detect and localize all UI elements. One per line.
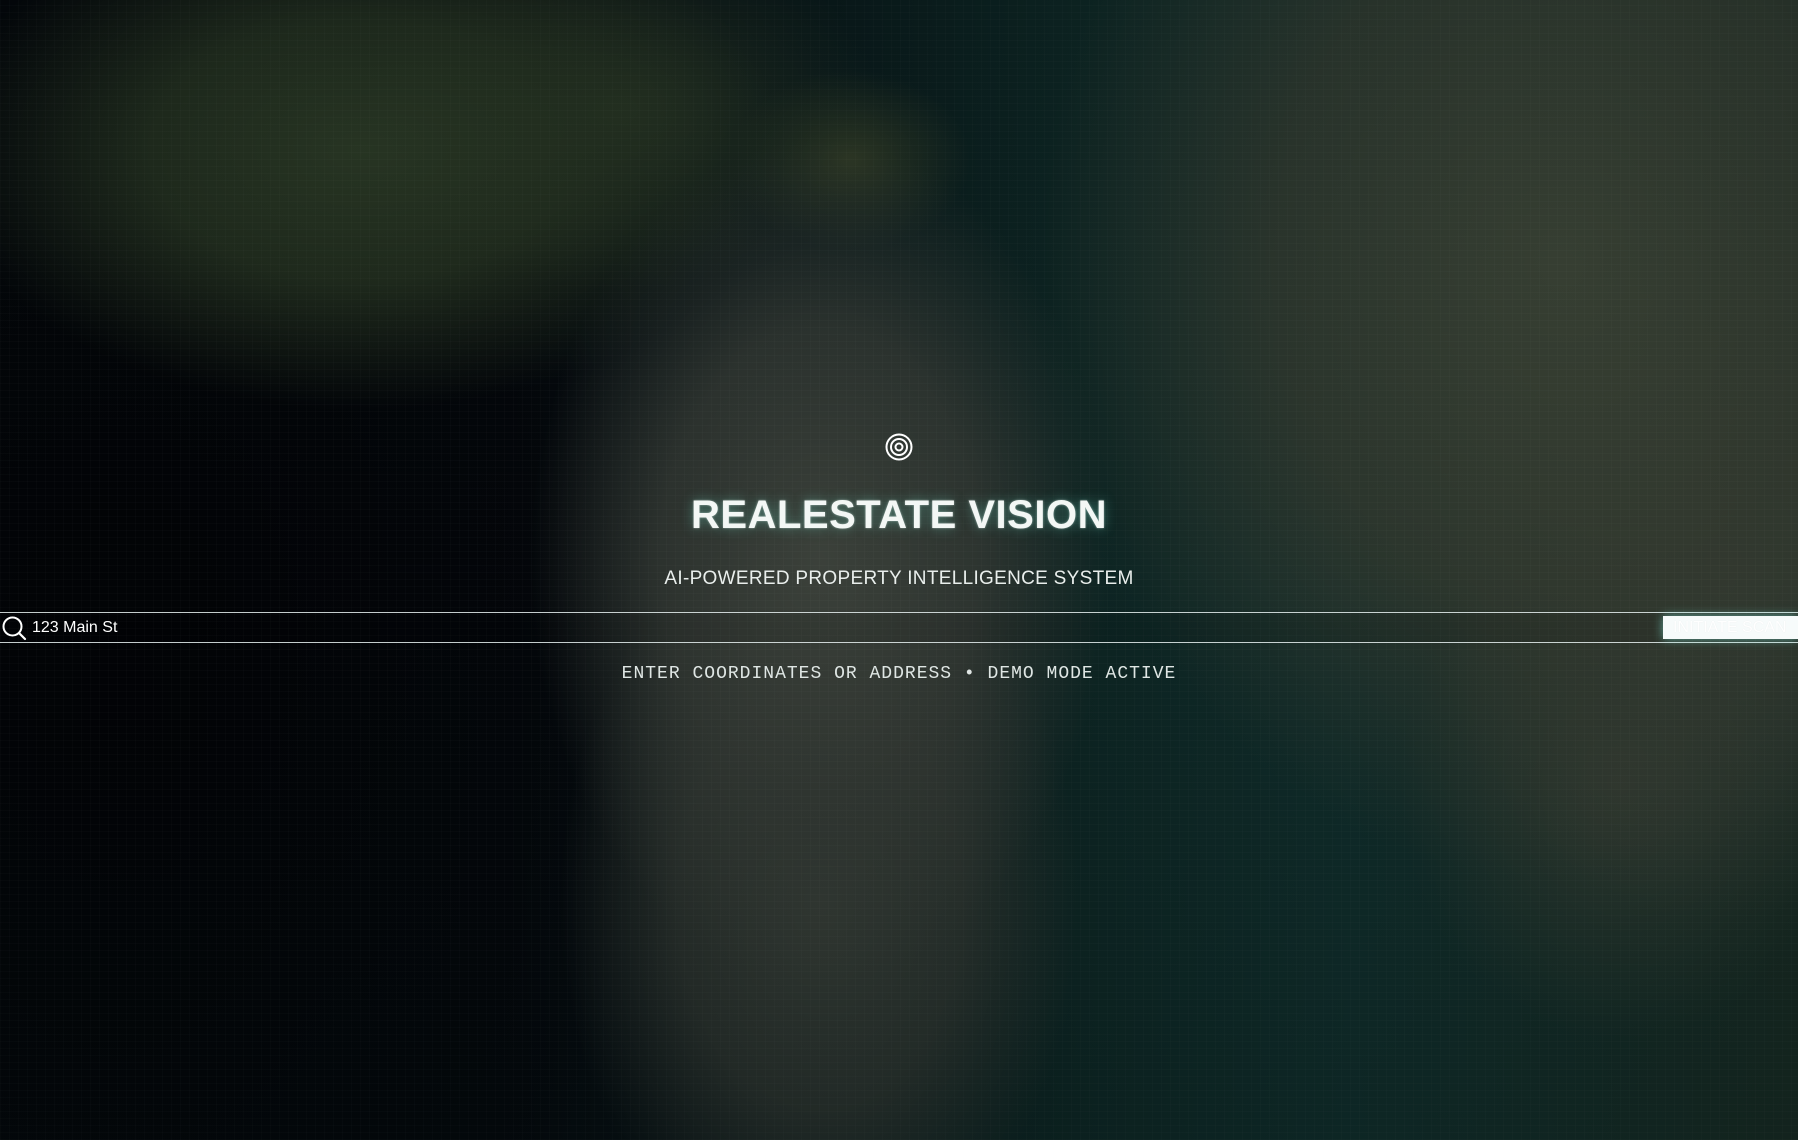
hero: REALESTATE VISION AI-POWERED PROPERTY IN… [0, 0, 1798, 1140]
page-subtitle: AI-POWERED PROPERTY INTELLIGENCE SYSTEM [664, 568, 1134, 589]
initiate-scan-button[interactable]: INITIATE SCAN [1663, 616, 1798, 639]
app-root: REALESTATE VISION AI-POWERED PROPERTY IN… [0, 0, 1798, 1140]
search-input[interactable] [32, 614, 1652, 641]
page-title: REALESTATE VISION [691, 493, 1107, 537]
search-bar: INITIATE SCAN [0, 612, 1798, 643]
search-icon [2, 616, 27, 641]
target-icon [885, 433, 913, 461]
search-hint: ENTER COORDINATES OR ADDRESS • DEMO MODE… [621, 664, 1177, 684]
